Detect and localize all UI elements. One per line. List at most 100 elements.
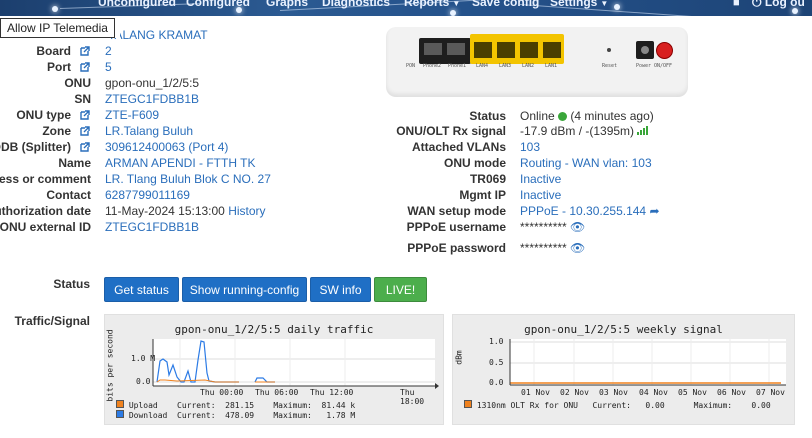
power-jack: [636, 41, 654, 59]
wan-setup-link[interactable]: PPPoE - 10.30.255.144: [520, 204, 646, 218]
legend-download-current-label: Current:: [177, 411, 216, 420]
chevron-down-icon: ▼: [452, 0, 461, 8]
chevron-down-icon: ▼: [600, 0, 609, 8]
status-value: Online (4 minutes ago): [520, 109, 654, 123]
nav-unconfigured[interactable]: Unconfigured: [98, 0, 176, 9]
power-icon: ⏻: [752, 0, 762, 9]
lan2-label: LAN2: [522, 63, 535, 69]
detail-row-port: Port 5: [0, 60, 380, 76]
olt-name-link[interactable]: TALANG KRAMAT: [108, 28, 208, 42]
external-link-icon[interactable]: [80, 46, 90, 56]
nav-settings[interactable]: Settings ▼: [550, 0, 608, 9]
lan4-label: LAN4: [476, 63, 489, 69]
traffic-signal-label: Traffic/Signal: [14, 314, 90, 328]
daily-xtick-3: Thu 18:00: [400, 388, 425, 406]
weekly-xtick-3: 04 Nov: [639, 388, 668, 397]
legend-rx-current-label: Current:: [592, 401, 631, 410]
daily-ylabel-text: bits per second: [105, 329, 115, 402]
eye-icon[interactable]: 👁: [570, 220, 585, 234]
reset-label: Reset: [602, 63, 618, 69]
signal-bars-icon: [637, 126, 649, 135]
onu-device-image: PON Phone2 Phone1 LAN4 LAN3 LAN2 LAN1 Re…: [386, 27, 688, 97]
daily-ytick-0: 0.0: [136, 377, 151, 386]
share-arrow-icon[interactable]: ➦: [649, 204, 659, 218]
sn-value[interactable]: ZTEGC1FDBB1B: [105, 92, 199, 106]
daily-traffic-graph[interactable]: gpon-onu_1/2/5:5 daily traffic bits per …: [104, 314, 444, 425]
onoff-label: ON/OFF: [654, 63, 673, 69]
detail-row-pppoe-user: PPPoE username ********** 👁: [0, 220, 812, 238]
nav-reports[interactable]: Reports ▼: [404, 0, 460, 9]
nav-graphs[interactable]: Graphs: [266, 0, 308, 9]
nav-save-config[interactable]: Save config: [472, 0, 539, 9]
daily-legend-upload: Upload Current: 281.15 Maximum: 81.44 k: [116, 400, 355, 410]
phone-ports: [419, 38, 471, 64]
detail-row-board: Board 2: [0, 44, 380, 60]
legend-download-max-label: Maximum:: [273, 411, 312, 420]
nav-configured[interactable]: Configured: [186, 0, 250, 9]
port-value[interactable]: 5: [105, 60, 112, 74]
detail-row-pppoe-pass: PPPoE password ********** 👁: [0, 241, 812, 259]
sw-info-button[interactable]: SW info: [310, 277, 371, 302]
weekly-xtick-4: 05 Nov: [678, 388, 707, 397]
status-label: Status: [469, 109, 506, 123]
external-link-icon[interactable]: [80, 62, 90, 72]
user-icon[interactable]: ■: [733, 0, 740, 9]
weekly-ytick-05: 0.5: [489, 358, 504, 367]
daily-xtick-2: Thu 12:00: [310, 388, 354, 397]
rx-swatch: [464, 400, 472, 408]
pppoe-password-label: PPPoE password: [407, 241, 506, 255]
daily-xtick-0: Thu 00:00: [200, 388, 244, 397]
weekly-xtick-0: 01 Nov: [521, 388, 550, 397]
legend-upload-current-label: Current:: [177, 401, 216, 410]
vlans-value[interactable]: 103: [520, 140, 540, 154]
weekly-signal-graph[interactable]: gpon-onu_1/2/5:5 weekly signal dBm 1.0 0…: [452, 314, 795, 425]
nav-diagnostics[interactable]: Diagnostics: [322, 0, 390, 9]
rx-signal-label: ONU/OLT Rx signal: [396, 124, 506, 138]
live-button[interactable]: LIVE!: [374, 277, 427, 302]
get-status-button[interactable]: Get status: [104, 277, 179, 302]
phone1-label: Phone1: [448, 63, 467, 69]
eye-icon[interactable]: 👁: [570, 241, 585, 255]
phone2-label: Phone2: [423, 63, 442, 69]
daily-ytick-1m: 1.0 M: [131, 354, 156, 363]
onu-value: gpon-onu_1/2/5:5: [105, 76, 200, 90]
status-suffix: (4 minutes ago): [570, 109, 654, 123]
mgmt-ip-value[interactable]: Inactive: [520, 188, 561, 202]
board-value[interactable]: 2: [105, 44, 112, 58]
daily-xtick-1: Thu 06:00: [255, 388, 299, 397]
weekly-ylabel-text: dBm: [454, 350, 464, 365]
weekly-legend-rx: 1310nm OLT Rx for ONU Current: 0.00 Maxi…: [464, 400, 771, 410]
sn-label: SN: [74, 92, 91, 106]
vlans-label: Attached VLANs: [411, 140, 506, 154]
weekly-xtick-1: 02 Nov: [560, 388, 589, 397]
pppoe-username-value: ********** 👁: [520, 220, 585, 234]
tr069-value[interactable]: Inactive: [520, 172, 561, 186]
nav-settings-label: Settings: [550, 0, 598, 9]
tooltip: Allow IP Telemedia: [0, 18, 115, 38]
weekly-ytick-1: 1.0: [489, 337, 504, 346]
pppoe-username-label: PPPoE username: [406, 220, 506, 234]
legend-upload-max-label: Maximum:: [273, 401, 312, 410]
legend-rx-max-label: Maximum:: [693, 401, 733, 410]
status-section-label: Status: [53, 277, 90, 291]
mgmt-ip-label: Mgmt IP: [459, 188, 506, 202]
lan1-label: LAN1: [545, 63, 558, 69]
port-label: Port: [47, 60, 71, 74]
legend-rx-name: 1310nm OLT Rx for ONU: [476, 401, 578, 410]
logout-link[interactable]: ⏻ Log ou: [752, 0, 805, 10]
legend-rx-max: 0.00: [751, 401, 771, 410]
pppoe-username-masked: **********: [520, 220, 567, 234]
show-running-config-button[interactable]: Show running-config: [182, 277, 307, 302]
nav-reports-label: Reports: [404, 0, 450, 9]
weekly-xtick-6: 07 Nov: [756, 388, 785, 397]
detail-row-onu: ONU gpon-onu_1/2/5:5: [0, 76, 380, 92]
daily-legend-download: Download Current: 478.09 Maximum: 1.78 M: [116, 410, 355, 420]
globe-online-icon: [558, 112, 568, 121]
onu-mode-value[interactable]: Routing - WAN vlan: 103: [520, 156, 652, 170]
upload-swatch: [116, 400, 124, 408]
power-label: Power: [636, 63, 652, 69]
weekly-xtick-5: 06 Nov: [717, 388, 746, 397]
legend-download-name: Download: [128, 411, 168, 420]
detail-row-sn: SN ZTEGC1FDBB1B: [0, 92, 380, 108]
legend-rx-current: 0.00: [645, 401, 665, 410]
